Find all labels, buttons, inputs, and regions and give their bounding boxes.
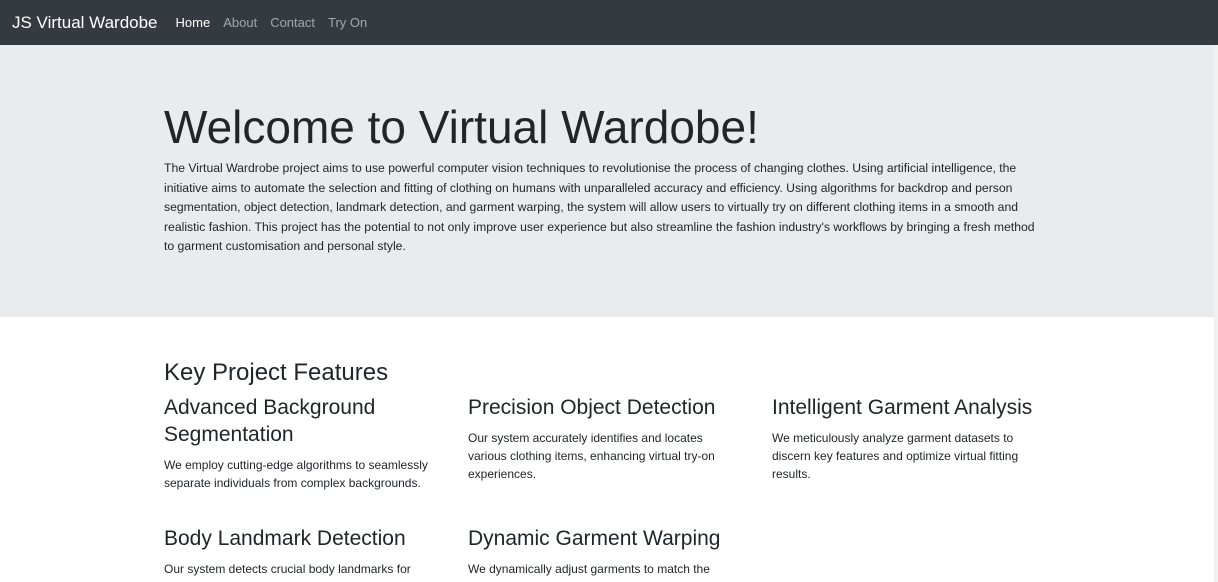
feature-title: Body Landmark Detection: [164, 527, 406, 550]
nav-link-try-on[interactable]: Try On: [328, 15, 367, 30]
hero-title: Welcome to Virtual Wardobe!: [164, 101, 759, 153]
feature-card-background-segmentation: Advanced Background Segmentation We empl…: [164, 394, 434, 492]
feature-title: Intelligent Garment Analysis: [772, 396, 1033, 419]
feature-text: We dynamically adjust garments to match …: [468, 562, 710, 576]
feature-text: We employ cutting-edge algorithms to sea…: [164, 458, 428, 490]
feature-text: We meticulously analyze garment datasets…: [772, 431, 1019, 481]
nav-links: Home About Contact Try On: [176, 15, 381, 30]
nav-link-about[interactable]: About: [223, 15, 257, 30]
feature-text: Our system detects crucial body landmark…: [164, 562, 411, 576]
hero-section: Welcome to Virtual Wardobe! The Virtual …: [0, 45, 1218, 317]
feature-card-object-detection: Precision Object Detection Our system ac…: [468, 394, 738, 483]
page-scrollbar[interactable]: [1214, 45, 1218, 582]
hero-description: The Virtual Wardrobe project aims to use…: [164, 161, 1035, 253]
features-title: Key Project Features: [164, 359, 389, 386]
feature-title: Dynamic Garment Warping: [468, 527, 721, 550]
top-navbar: JS Virtual Wardobe Home About Contact Tr…: [0, 0, 1218, 45]
nav-link-contact[interactable]: Contact: [270, 15, 315, 30]
feature-card-body-landmark: Body Landmark Detection Our system detec…: [164, 525, 464, 578]
feature-card-garment-analysis: Intelligent Garment Analysis We meticulo…: [772, 394, 1042, 483]
feature-text: Our system accurately identifies and loc…: [468, 431, 715, 481]
brand-link[interactable]: JS Virtual Wardobe: [12, 13, 158, 33]
feature-title: Precision Object Detection: [468, 396, 716, 419]
nav-link-home[interactable]: Home: [176, 15, 211, 30]
feature-card-garment-warping: Dynamic Garment Warping We dynamically a…: [468, 525, 768, 578]
feature-title: Advanced Background Segmentation: [164, 396, 376, 446]
